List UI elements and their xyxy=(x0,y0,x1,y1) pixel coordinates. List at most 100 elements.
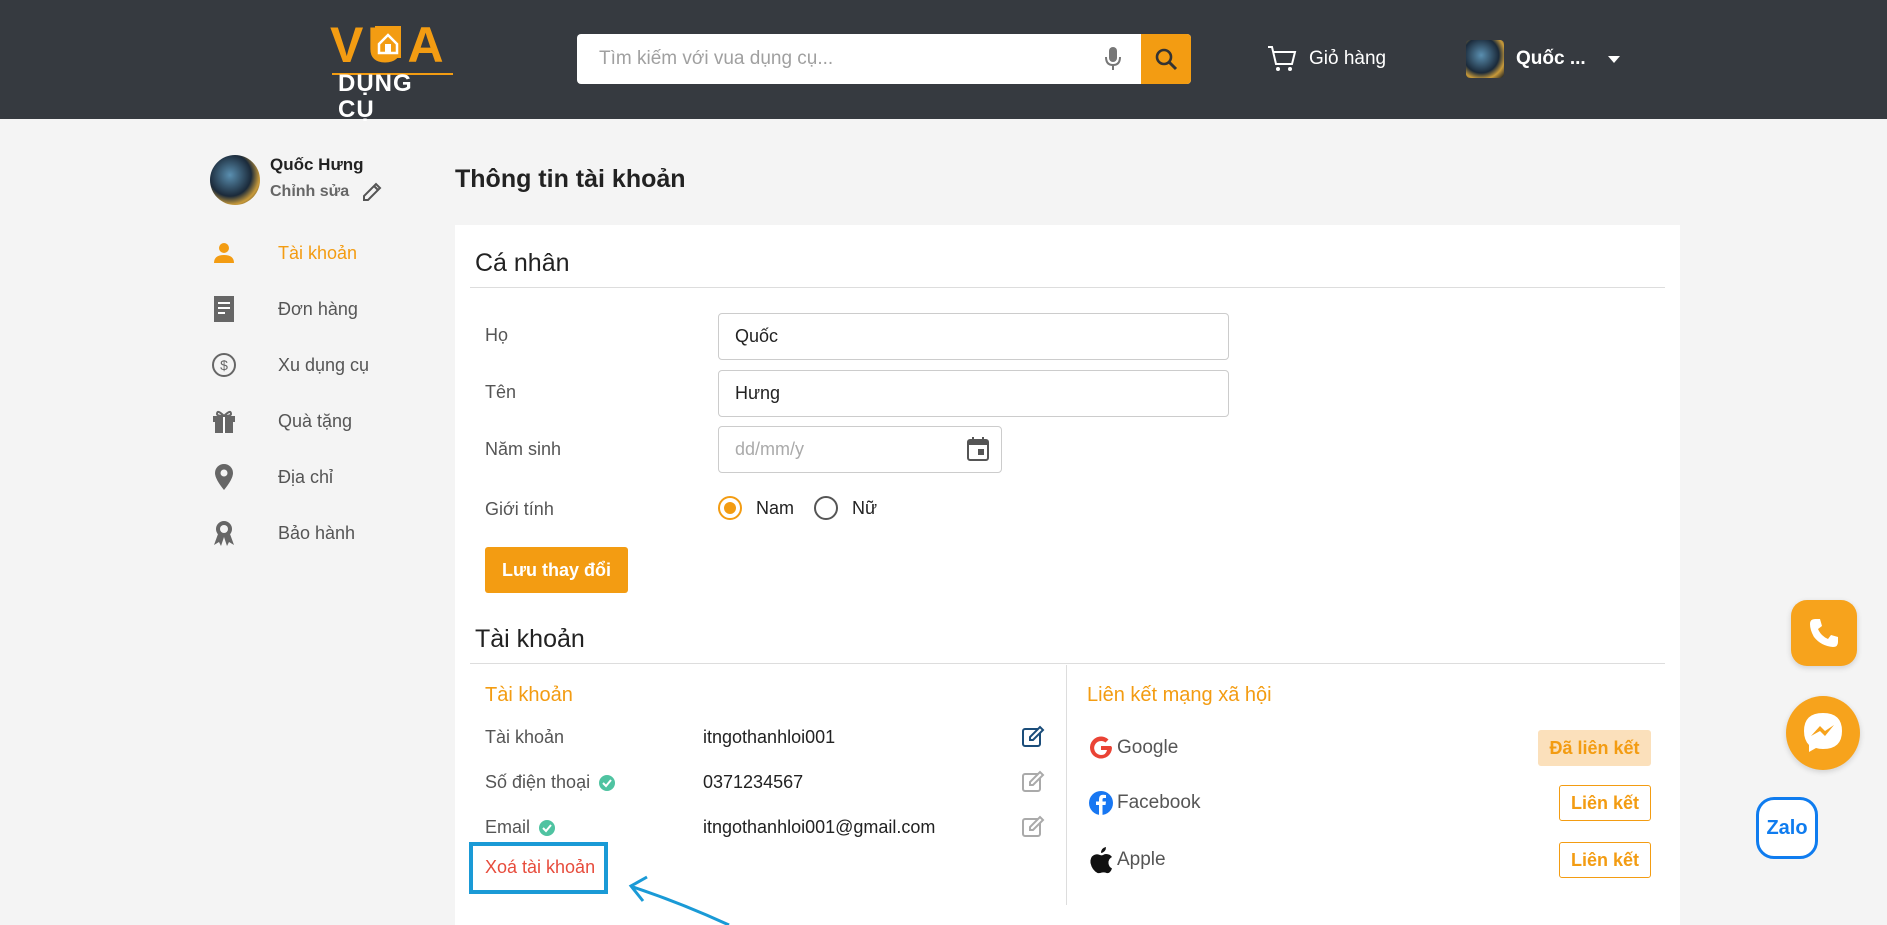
user-name: Quốc ... xyxy=(1516,48,1586,69)
location-pin-icon xyxy=(210,463,238,491)
divider xyxy=(470,287,1665,288)
edit-profile-label: Chỉnh sửa xyxy=(270,183,350,200)
linked-status-badge: Đã liên kết xyxy=(1538,730,1651,766)
avatar xyxy=(1466,40,1504,78)
page-title: Thông tin tài khoản xyxy=(455,165,686,193)
email-label: Email xyxy=(485,817,556,838)
row-label: Email xyxy=(485,817,531,837)
social-name-label: Apple xyxy=(1117,849,1166,870)
search-button[interactable] xyxy=(1141,34,1191,84)
social-apple: Apple xyxy=(1087,846,1166,874)
site-logo[interactable]: VUA DỤNG CỤ xyxy=(330,20,455,123)
gender-option-label: Nữ xyxy=(852,497,878,518)
cart-icon xyxy=(1268,46,1297,71)
sidebar-item-gifts[interactable]: Quà tặng xyxy=(210,393,430,449)
cart-label: Giỏ hàng xyxy=(1309,48,1387,69)
last-name-field[interactable] xyxy=(718,313,1229,360)
sidebar-profile: Quốc Hưng Chỉnh sửa xyxy=(210,155,440,207)
logo-text-bottom: DỤNG CỤ xyxy=(338,70,413,124)
facebook-icon xyxy=(1087,789,1115,817)
last-name-label: Họ xyxy=(485,325,509,345)
gender-radio-male[interactable]: Nam xyxy=(718,496,794,520)
gender-label: Giới tính xyxy=(485,499,554,519)
first-name-field[interactable] xyxy=(718,370,1229,417)
search-bar xyxy=(577,34,1191,84)
account-card: Cá nhân Họ Tên Năm sinh Giới tính Nam Nữ… xyxy=(455,225,1680,925)
google-icon xyxy=(1087,734,1115,762)
document-icon xyxy=(210,295,238,323)
link-facebook-button[interactable]: Liên kết xyxy=(1559,785,1651,821)
radio-button-checked xyxy=(718,496,742,520)
edit-profile-link[interactable]: Chỉnh sửa xyxy=(270,181,383,203)
sidebar-item-label: Quà tặng xyxy=(278,410,353,431)
user-menu[interactable]: Quốc ... xyxy=(1466,39,1620,79)
logo-house-icon xyxy=(375,26,401,58)
messenger-icon xyxy=(1804,713,1842,752)
sidebar-item-label: Xu dụng cụ xyxy=(278,354,370,375)
social-facebook: Facebook xyxy=(1087,789,1200,817)
microphone-icon[interactable] xyxy=(1103,46,1123,72)
top-header: VUA DỤNG CỤ Giỏ hàng xyxy=(0,0,1887,123)
call-button[interactable] xyxy=(1791,600,1857,666)
personal-section-title: Cá nhân xyxy=(475,249,570,277)
birth-year-label: Năm sinh xyxy=(485,439,562,459)
edit-icon[interactable] xyxy=(1021,770,1045,794)
account-section-title: Tài khoản xyxy=(475,625,585,653)
email-value: itngothanhloi001@gmail.com xyxy=(703,817,936,837)
coin-icon: $ xyxy=(210,351,238,379)
chevron-down-icon xyxy=(1607,55,1620,63)
sidebar-item-account[interactable]: Tài khoản xyxy=(210,225,430,281)
search-input[interactable] xyxy=(577,34,1137,84)
row-label: Tài khoản xyxy=(485,727,565,747)
edit-icon[interactable] xyxy=(1021,815,1045,839)
phone-value: 0371234567 xyxy=(703,772,804,792)
birth-date-wrapper xyxy=(718,426,1002,473)
zalo-label: Zalo xyxy=(1766,816,1808,839)
divider xyxy=(470,663,1665,664)
first-name-label: Tên xyxy=(485,382,517,402)
verified-check-icon xyxy=(539,819,556,836)
sidebar-item-address[interactable]: Địa chỉ xyxy=(210,449,430,505)
gender-option-label: Nam xyxy=(756,497,795,518)
pencil-icon xyxy=(363,182,382,201)
save-button[interactable]: Lưu thay đổi xyxy=(485,547,628,593)
row-label: Số điện thoại xyxy=(485,772,591,792)
social-google: Google xyxy=(1087,734,1178,762)
link-apple-button[interactable]: Liên kết xyxy=(1559,842,1651,878)
cart-link[interactable]: Giỏ hàng xyxy=(1267,43,1386,75)
sidebar-item-warranty[interactable]: Bảo hành xyxy=(210,505,430,561)
social-name-label: Facebook xyxy=(1117,792,1201,813)
svg-text:$: $ xyxy=(220,357,228,373)
profile-avatar xyxy=(210,155,260,205)
person-icon xyxy=(210,239,238,267)
username-label: Tài khoản xyxy=(485,727,564,748)
profile-name: Quốc Hưng xyxy=(270,155,364,174)
birth-date-field[interactable] xyxy=(718,426,1002,473)
sidebar-item-coins[interactable]: $ Xu dụng cụ xyxy=(210,337,430,393)
social-subtitle: Liên kết mạng xã hội xyxy=(1087,684,1272,706)
delete-account-link[interactable]: Xoá tài khoản xyxy=(485,857,595,878)
verified-check-icon xyxy=(599,774,616,791)
calendar-icon[interactable] xyxy=(966,436,990,462)
phone-label: Số điện thoại xyxy=(485,772,616,793)
zalo-button[interactable]: Zalo xyxy=(1756,797,1818,859)
account-subtitle: Tài khoản xyxy=(485,684,573,706)
apple-icon xyxy=(1087,846,1115,874)
sidebar-item-label: Đơn hàng xyxy=(278,298,358,319)
messenger-button[interactable] xyxy=(1786,696,1860,770)
edit-icon[interactable] xyxy=(1021,725,1045,749)
sidebar-item-label: Địa chỉ xyxy=(278,466,334,487)
sidebar-item-orders[interactable]: Đơn hàng xyxy=(210,281,430,337)
social-name-label: Google xyxy=(1117,737,1179,758)
search-icon xyxy=(1155,48,1178,71)
sidebar-item-label: Tài khoản xyxy=(278,242,358,263)
radio-button xyxy=(814,496,838,520)
annotation-arrow-icon xyxy=(628,875,730,925)
sidebar-item-label: Bảo hành xyxy=(278,522,356,543)
column-divider xyxy=(1066,665,1067,905)
sidebar-menu: Tài khoản Đơn hàng $ Xu dụng cụ Quà tặng… xyxy=(210,225,430,561)
gender-radio-female[interactable]: Nữ xyxy=(814,496,877,520)
phone-icon xyxy=(1810,619,1838,647)
username-value: itngothanhloi001 xyxy=(703,727,836,747)
gift-icon xyxy=(210,407,238,435)
